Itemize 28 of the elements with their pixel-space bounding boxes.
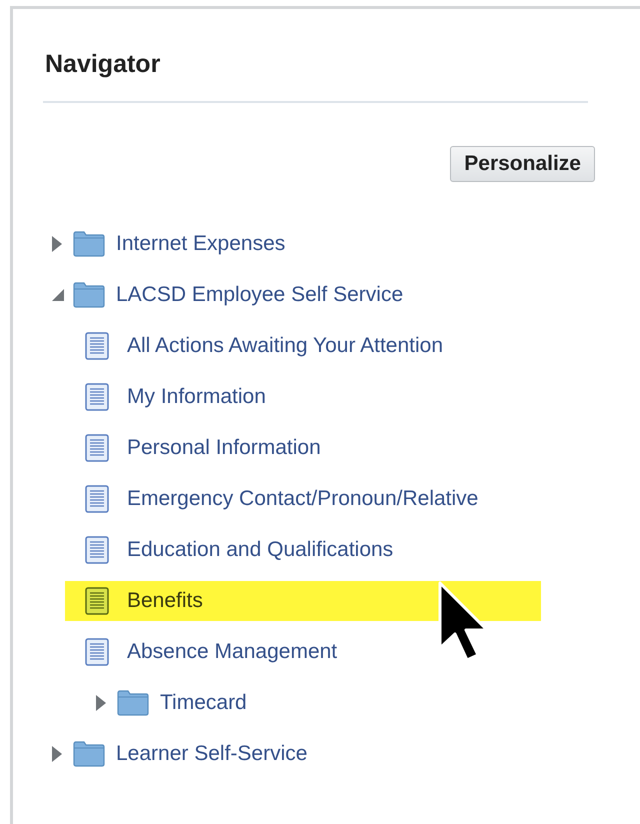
expand-triangle-icon[interactable]	[51, 234, 63, 252]
folder-icon	[73, 740, 105, 766]
document-icon	[85, 638, 109, 666]
collapse-triangle-icon[interactable]	[51, 288, 65, 302]
tree-item[interactable]: All Actions Awaiting Your Attention	[65, 326, 541, 366]
folder-icon	[117, 690, 149, 716]
tree-item[interactable]: Education and Qualifications	[65, 530, 541, 570]
expand-triangle-icon[interactable]	[95, 694, 107, 712]
document-icon	[85, 434, 109, 462]
tree-item[interactable]: Personal Information	[65, 428, 541, 468]
document-icon	[85, 382, 109, 410]
panel-title: Navigator	[44, 49, 162, 79]
folder-link[interactable]: Timecard	[160, 686, 247, 718]
folder-icon	[73, 282, 105, 308]
document-icon	[85, 536, 109, 564]
document-icon	[85, 586, 109, 614]
tree-item[interactable]: Emergency Contact/Pronoun/Relative	[65, 478, 541, 518]
tree-item[interactable]: Benefits	[65, 580, 541, 620]
folder-icon	[73, 230, 105, 256]
tree-item[interactable]: Absence Management	[65, 632, 541, 672]
folder-link[interactable]: Learner Self-Service	[116, 738, 308, 770]
tree-item[interactable]: My Information	[65, 376, 541, 416]
personalize-button[interactable]: Personalize	[450, 146, 595, 182]
expand-triangle-icon[interactable]	[51, 744, 63, 762]
document-icon	[85, 332, 109, 360]
document-icon	[85, 484, 109, 512]
folder-link[interactable]: LACSD Employee Self Service	[116, 278, 404, 310]
folder-link[interactable]: Internet Expenses	[116, 228, 286, 260]
